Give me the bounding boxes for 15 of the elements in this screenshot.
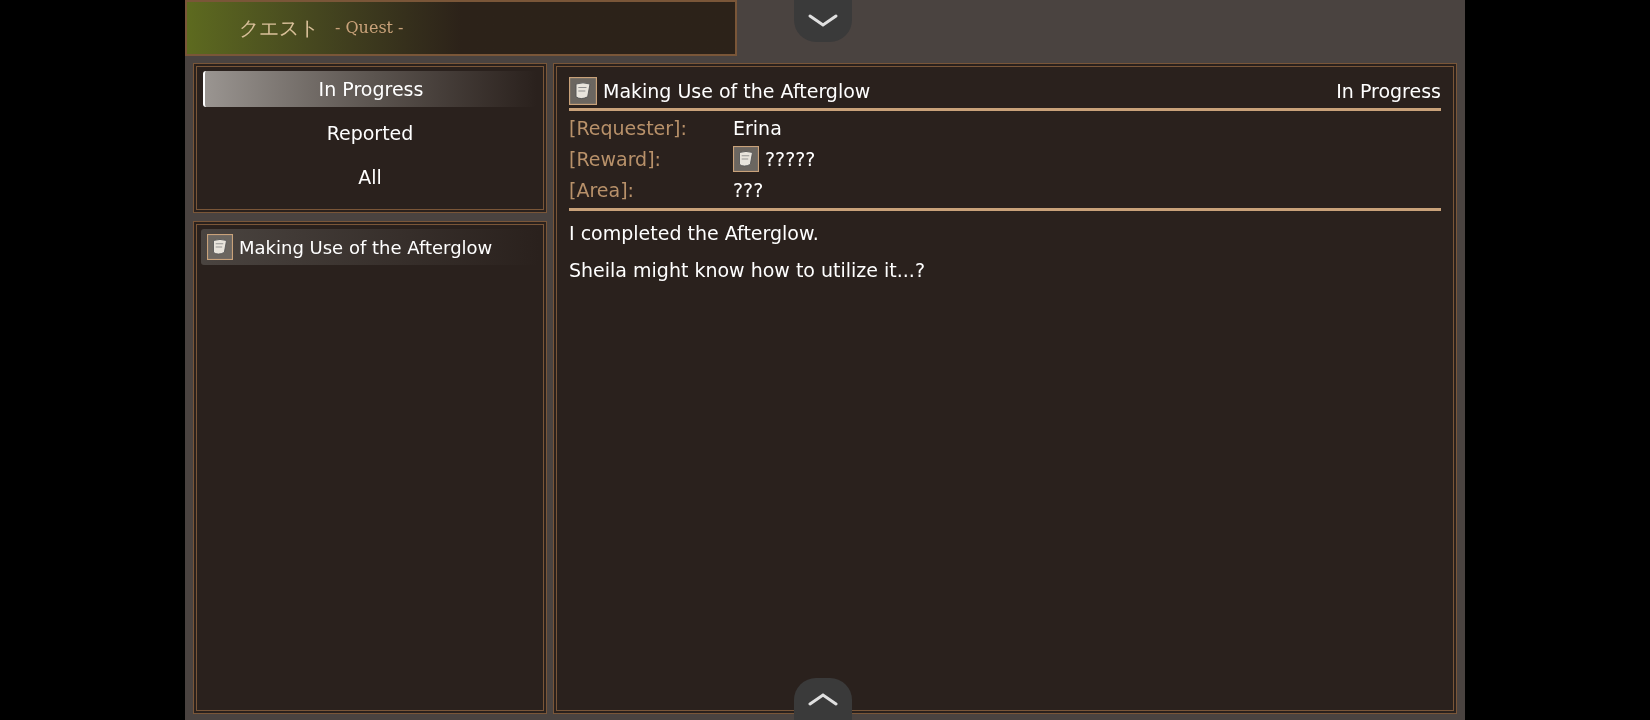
field-value: ?????: [765, 146, 816, 172]
field-label: [Reward]:: [569, 146, 662, 172]
field-value: ???: [733, 177, 764, 203]
filter-tab[interactable]: Reported: [203, 115, 537, 151]
field-label: [Requester]:: [569, 115, 688, 141]
description-line: I completed the Afterglow.: [569, 220, 820, 246]
quest-detail-title: Making Use of the Afterglow: [603, 79, 872, 104]
filter-tab[interactable]: All: [203, 159, 537, 195]
description-line: Sheila might know how to utilize it...?: [569, 257, 926, 283]
quest-title: Making Use of the Afterglow: [239, 235, 493, 260]
screen-subtitle: - Quest -: [335, 17, 404, 39]
quest-status: In Progress: [1336, 79, 1441, 104]
screen-title: クエスト: [239, 15, 319, 42]
field-value: Erina: [733, 115, 782, 141]
field-label: [Area]:: [569, 177, 635, 203]
